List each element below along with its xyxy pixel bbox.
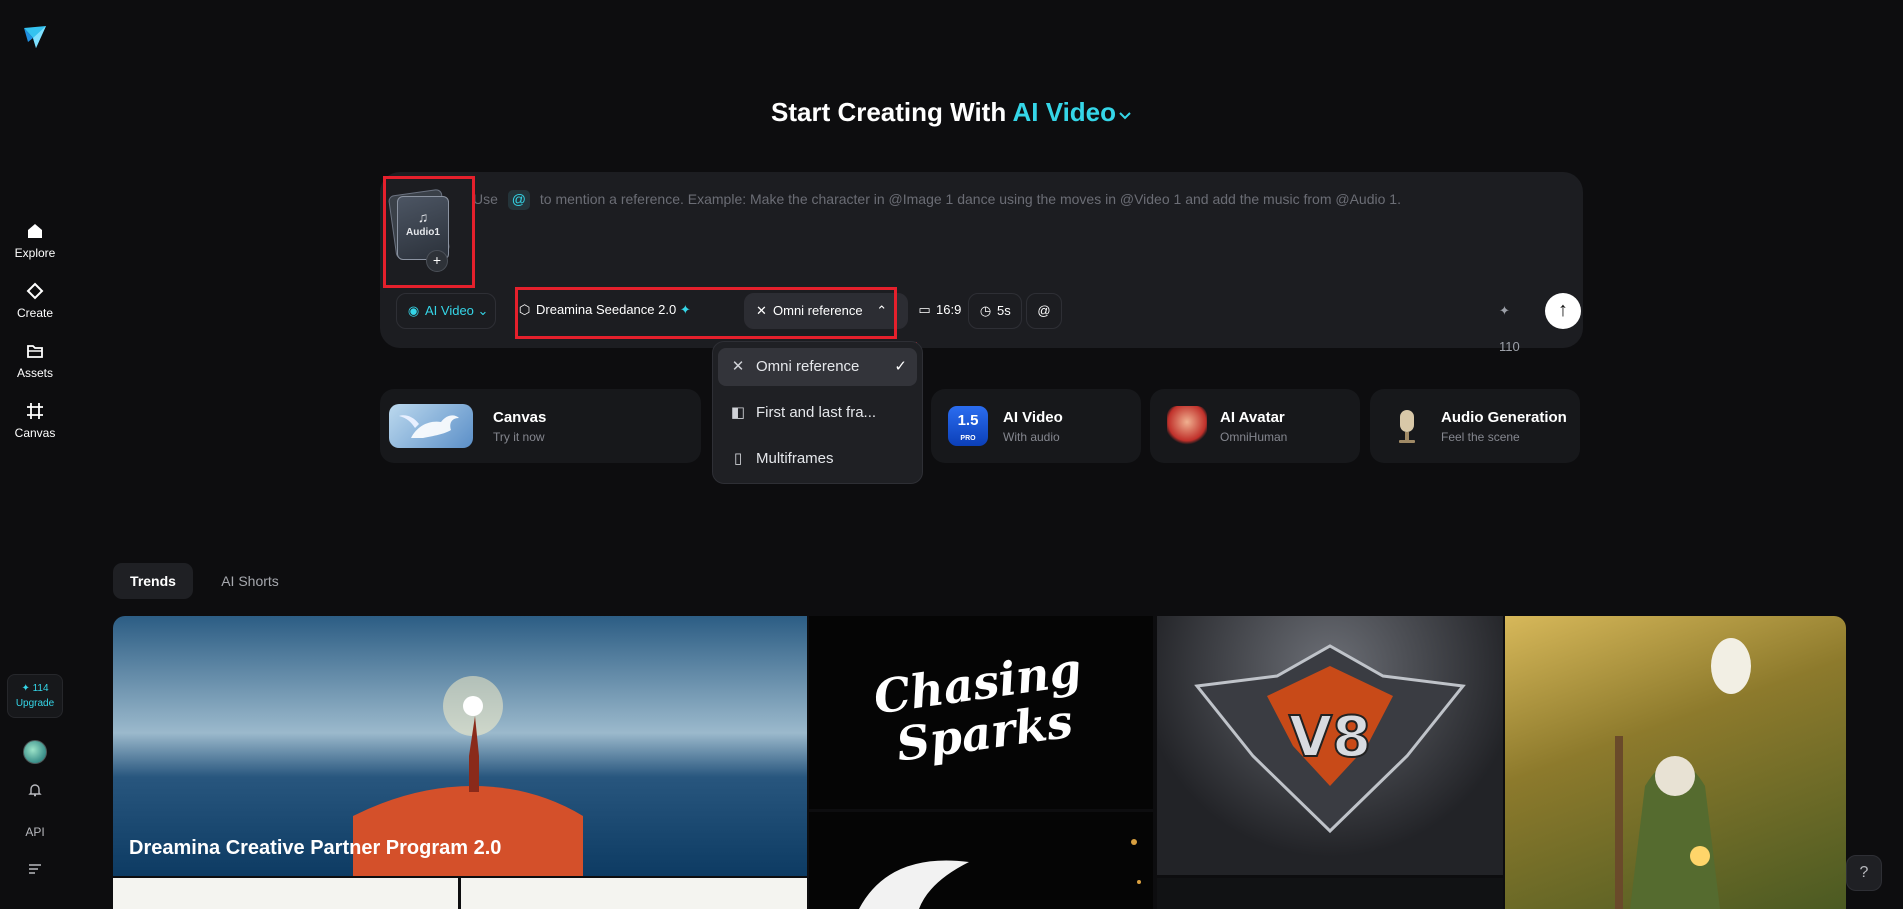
gallery-card-wizard-owl[interactable] xyxy=(1505,616,1846,909)
check-icon: ✓ xyxy=(894,358,907,375)
v8-badge-text: V8 xyxy=(1289,705,1371,770)
audio-reference[interactable]: ♫ Audio1 + xyxy=(387,188,452,272)
gallery-card-v8-emblem[interactable]: V8 xyxy=(1157,616,1503,875)
feature-title: Audio Generation xyxy=(1441,409,1567,426)
reference-mode-dropdown[interactable]: ✕ Omni reference ⌃ xyxy=(744,293,908,329)
duration-button[interactable]: ◷ 5s xyxy=(968,293,1022,329)
prompt-box: ♫ Audio1 + Use @ to mention a reference. E… xyxy=(380,172,1583,354)
menu-icon[interactable] xyxy=(0,862,70,879)
microphone-icon xyxy=(1387,406,1427,446)
menu-item-first-last-frame[interactable]: ◧ First and last fra... xyxy=(718,394,917,432)
menu-item-multiframes[interactable]: ▯ Multiframes xyxy=(718,440,917,478)
avatar[interactable] xyxy=(23,740,47,764)
wizard-owl-artwork xyxy=(1615,638,1751,909)
gallery-card[interactable] xyxy=(461,878,807,909)
sidebar-item-create[interactable]: Create xyxy=(0,281,70,320)
omni-reference-icon: ✕ xyxy=(731,358,745,375)
sparkle-icon: ✦ xyxy=(679,302,691,317)
generation-cost: ✦ 110 xyxy=(1499,303,1520,354)
music-note-icon: ♫ xyxy=(417,209,429,225)
brush-stroke-artwork xyxy=(859,839,1141,909)
sidebar-item-label: Canvas xyxy=(14,426,56,440)
upgrade-button[interactable]: ✦ 114 Upgrade xyxy=(7,674,63,718)
frame-icon xyxy=(27,403,43,419)
chasing-sparks-logo: Chasing Sparks xyxy=(870,641,1085,772)
mode-dropdown[interactable]: ◉ AI Video ⌄ xyxy=(396,293,496,329)
pegasus-thumbnail xyxy=(389,404,473,448)
feature-card-ai-video[interactable]: 1.5 PRO AI Video With audio xyxy=(931,389,1141,463)
help-button[interactable]: ? xyxy=(1846,855,1882,891)
feature-subtitle: Feel the scene xyxy=(1441,430,1520,444)
model-selector[interactable]: ⬡ Dreamina Seedance 2.0 ✦ xyxy=(508,293,701,329)
tab-trends[interactable]: Trends xyxy=(113,563,193,599)
bell-icon[interactable] xyxy=(0,782,70,801)
clock-icon: ◷ xyxy=(979,303,992,318)
diamond-icon xyxy=(26,282,44,300)
at-mention-icon: @ xyxy=(507,190,530,210)
dreamina-logo-icon[interactable] xyxy=(22,24,48,50)
mention-button[interactable]: @ xyxy=(1026,293,1062,329)
upgrade-label: Upgrade xyxy=(15,698,55,709)
sidebar-item-explore[interactable]: Explore xyxy=(0,221,70,260)
sidebar: Explore Create Assets Canvas ✦ 114 Upgra… xyxy=(0,0,70,909)
menu-item-omni-reference[interactable]: ✕ Omni reference ✓ xyxy=(718,348,917,386)
api-link[interactable]: API xyxy=(0,825,70,839)
add-reference-button[interactable]: + xyxy=(426,250,448,272)
v8-emblem-artwork: V8 xyxy=(1194,644,1466,834)
feature-title: Canvas xyxy=(493,409,547,426)
chevron-down-icon xyxy=(1119,112,1131,120)
feature-subtitle: With audio xyxy=(1003,430,1060,444)
feature-title: AI Video xyxy=(1003,409,1063,426)
reference-mode-menu: ✕ Omni reference ✓ ◧ First and last fra... … xyxy=(712,341,923,484)
aspect-ratio-button[interactable]: ▭ 16:9 xyxy=(908,293,971,329)
feature-card-ai-avatar[interactable]: AI Avatar OmniHuman xyxy=(1150,389,1360,463)
feature-card-canvas[interactable]: Canvas Try it now xyxy=(380,389,701,463)
page-title: Start Creating With AI Video xyxy=(0,97,1903,128)
feature-card-audio-generation[interactable]: Audio Generation Feel the scene xyxy=(1370,389,1580,463)
feature-title: AI Avatar xyxy=(1220,409,1285,426)
home-icon xyxy=(28,224,42,238)
cube-icon: ⬡ xyxy=(518,302,531,317)
sidebar-item-label: Assets xyxy=(16,366,53,380)
chevron-up-icon: ⌃ xyxy=(876,303,888,318)
omni-reference-icon: ✕ xyxy=(756,303,767,318)
prompt-input[interactable]: Use @ to mention a reference. Example: Mak… xyxy=(473,190,1401,210)
send-button[interactable]: ↑ xyxy=(1545,293,1581,329)
gallery-card[interactable] xyxy=(113,878,458,909)
tab-ai-shorts[interactable]: AI Shorts xyxy=(205,563,295,599)
multiframes-icon: ▯ xyxy=(733,450,743,467)
gallery-card-partner-program[interactable]: Dreamina Creative Partner Program 2.0 xyxy=(113,616,807,876)
video-icon: ◉ xyxy=(407,303,420,318)
avatar-thumbnail xyxy=(1167,406,1207,446)
feature-subtitle: OmniHuman xyxy=(1220,430,1288,444)
sidebar-item-label: Explore xyxy=(14,246,56,260)
gallery-card-title: Dreamina Creative Partner Program 2.0 xyxy=(129,837,502,859)
gallery-card-chasing-sparks[interactable]: Chasing Sparks xyxy=(809,616,1153,809)
aspect-ratio-icon: ▭ xyxy=(918,302,931,317)
sidebar-item-canvas[interactable]: Canvas xyxy=(0,401,70,440)
gallery-card[interactable] xyxy=(1157,878,1503,909)
feature-subtitle: Try it now xyxy=(493,430,545,444)
sidebar-item-assets[interactable]: Assets xyxy=(0,341,70,380)
credits-count: ✦ 114 xyxy=(21,683,49,694)
frames-icon: ◧ xyxy=(730,404,746,421)
version-badge-icon: 1.5 PRO xyxy=(948,406,988,446)
gallery-card[interactable] xyxy=(809,812,1153,909)
folder-icon xyxy=(27,345,43,358)
mode-switcher[interactable]: AI Video xyxy=(1012,97,1132,127)
sidebar-item-label: Create xyxy=(16,306,54,320)
